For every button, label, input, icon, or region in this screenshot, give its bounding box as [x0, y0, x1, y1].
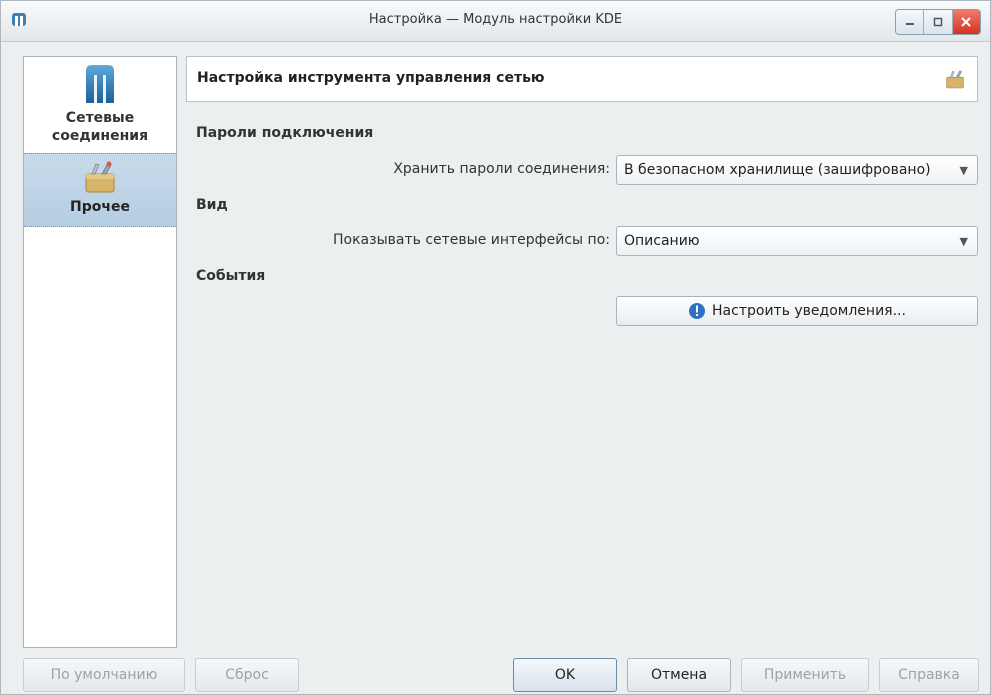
close-icon: [961, 17, 972, 27]
store-passwords-select[interactable]: В безопасном хранилище (зашифровано) ▼: [616, 155, 978, 185]
info-icon: [689, 303, 706, 319]
sidebar-item-network-connections[interactable]: Сетевые соединения: [24, 63, 176, 153]
store-passwords-label: Хранить пароли соединения:: [393, 161, 610, 177]
show-interfaces-label: Показывать сетевые интерфейсы по:: [333, 232, 610, 248]
store-passwords-value: В безопасном хранилище (зашифровано): [624, 162, 931, 178]
toolbox-icon: [946, 70, 964, 89]
page-header: Настройка инструмента управления сетью: [186, 56, 978, 102]
help-label: Справка: [898, 667, 960, 683]
close-button[interactable]: [952, 10, 980, 34]
configure-notifications-button[interactable]: Настроить уведомления...: [616, 296, 978, 326]
network-manager-icon: [86, 65, 114, 103]
show-interfaces-value: Описанию: [624, 233, 700, 249]
reset-button[interactable]: Сброс: [195, 658, 299, 692]
section-title-view: Вид: [196, 197, 228, 213]
section-title-passwords: Пароли подключения: [196, 125, 374, 141]
apply-button[interactable]: Применить: [741, 658, 869, 692]
configure-notifications-label: Настроить уведомления...: [712, 303, 906, 319]
defaults-button[interactable]: По умолчанию: [23, 658, 185, 692]
ok-button[interactable]: OK: [513, 658, 617, 692]
maximize-icon: [933, 17, 943, 27]
category-sidebar: Сетевые соединения Прочее: [23, 56, 177, 648]
maximize-button[interactable]: [924, 10, 953, 34]
settings-window: Настройка — Модуль настройки KDE Сетевые…: [0, 0, 991, 695]
reset-label: Сброс: [225, 667, 269, 683]
toolbox-icon: [85, 161, 115, 193]
chevron-down-icon: ▼: [959, 235, 968, 248]
sidebar-item-label: Прочее: [70, 199, 130, 215]
cancel-button[interactable]: Отмена: [627, 658, 731, 692]
cancel-label: Отмена: [650, 667, 708, 683]
apply-label: Применить: [763, 667, 847, 683]
chevron-down-icon: ▼: [959, 164, 968, 177]
ok-label: OK: [554, 667, 576, 683]
minimize-button[interactable]: [896, 10, 925, 34]
window-title: Настройка — Модуль настройки KDE: [368, 12, 623, 27]
sidebar-item-other[interactable]: Прочее: [24, 153, 176, 227]
show-interfaces-select[interactable]: Описанию ▼: [616, 226, 978, 256]
section-title-events: События: [196, 268, 266, 284]
help-button[interactable]: Справка: [879, 658, 979, 692]
title-bar[interactable]: Настройка — Модуль настройки KDE: [1, 1, 990, 42]
window-controls: [895, 9, 981, 35]
sidebar-item-label: Сетевые соединения: [51, 110, 149, 144]
defaults-label: По умолчанию: [50, 667, 158, 683]
page-title: Настройка инструмента управления сетью: [197, 70, 545, 86]
minimize-icon: [905, 23, 914, 25]
